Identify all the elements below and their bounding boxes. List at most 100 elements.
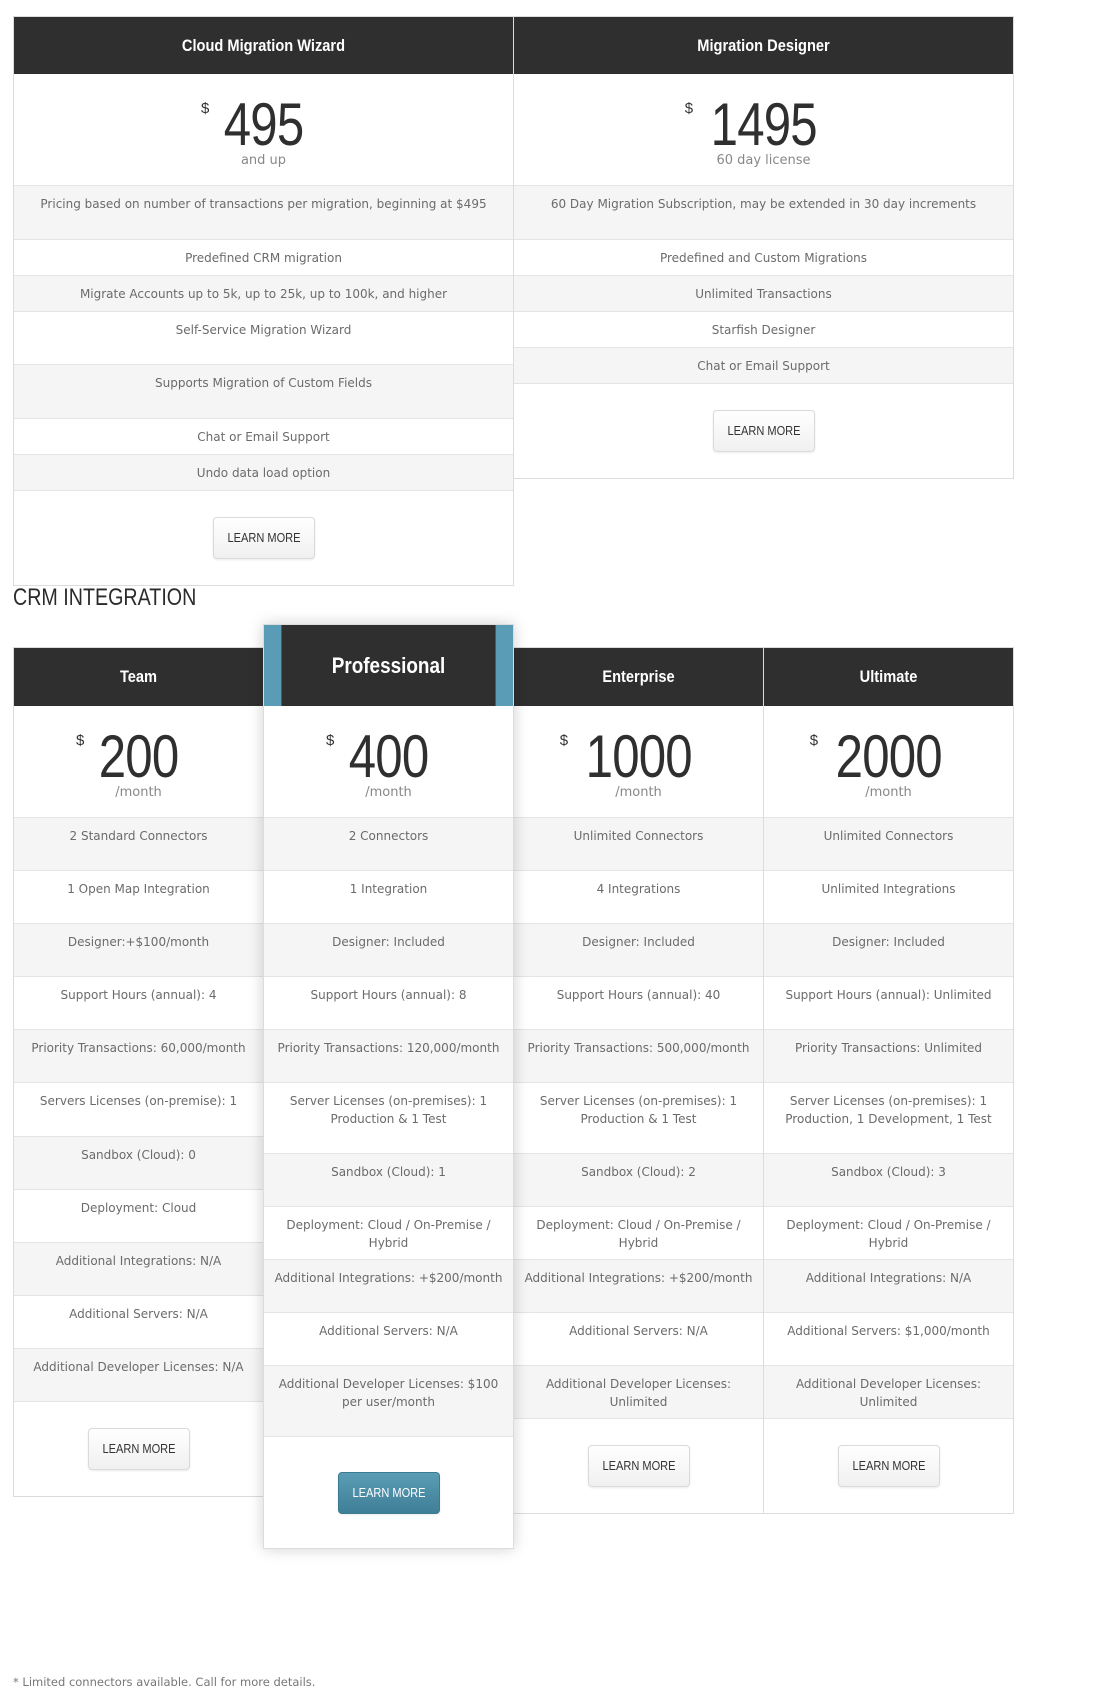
pricing-column-cloud-migration-wizard: Cloud Migration Wizard $495 and up Pricing … [13,16,514,586]
price-block: $2000/month [764,706,1013,818]
pricing-column-professional: Professional $400/month 2 Connectors 1 Inte… [263,624,514,1549]
pricing-column-enterprise: Enterprise $1000/month Unlimited Connector… [513,647,764,1514]
currency-symbol: $ [325,732,335,749]
feature-row: Sandbox (Cloud): 2 [514,1154,763,1207]
feature-row: Additional Developer Licenses: Unlimited [764,1366,1013,1419]
plan-name: Cloud Migration Wizard [48,17,479,74]
feature-row: Unlimited Connectors [514,818,763,871]
feature-row: Additional Developer Licenses: $100 per … [264,1366,513,1437]
feature-row: Designer:+$100/month [14,924,263,977]
section-title-crm-integration: CRM INTEGRATION [13,584,197,611]
footnote: * Limited connectors available. Call for… [13,1675,316,1689]
feature-row: Support Hours (annual): 40 [514,977,763,1030]
feature-row: 2 Connectors [264,818,513,871]
feature-row: 2 Standard Connectors [14,818,263,871]
feature-row: Additional Developer Licenses: N/A [14,1349,263,1402]
feature-row: Designer: Included [764,924,1013,977]
feature-row: Deployment: Cloud [14,1190,263,1243]
feature-row: Priority Transactions: 500,000/month [514,1030,763,1083]
learn-more-button-cloud-migration-wizard[interactable]: LEARN MORE [212,517,315,559]
feature-row: Additional Servers: N/A [264,1313,513,1366]
pricing-column-migration-designer: Migration Designer $1495 60 day license 60 … [513,16,1014,479]
price-block: $200/month [14,706,263,818]
learn-more-label: LEARN MORE [601,1458,676,1473]
feature-row: Priority Transactions: 60,000/month [14,1030,263,1083]
currency-symbol: $ [809,732,819,749]
feature-row: Predefined CRM migration [14,240,513,276]
currency-symbol: $ [684,100,694,117]
feature-row: Additional Servers: N/A [14,1296,263,1349]
plan-name: Professional [281,625,496,706]
feature-row: Additional Integrations: +$200/month [514,1260,763,1313]
price-amount: 200 [98,723,179,790]
feature-row: Unlimited Connectors [764,818,1013,871]
plan-name: Ultimate [781,648,996,706]
plan-name: Migration Designer [548,17,979,74]
feature-row: Unlimited Transactions [514,276,1013,312]
currency-symbol: $ [559,732,569,749]
feature-row: Additional Integrations: N/A [14,1243,263,1296]
feature-row: Unlimited Integrations [764,871,1013,924]
price-amount: 1495 [710,91,817,158]
feature-row: 60 Day Migration Subscription, may be ex… [514,186,1013,240]
feature-row: Deployment: Cloud / On-Premise / Hybrid [264,1207,513,1260]
feature-row: Support Hours (annual): 8 [264,977,513,1030]
feature-row: Deployment: Cloud / On-Premise / Hybrid [764,1207,1013,1260]
feature-row: Deployment: Cloud / On-Premise / Hybrid [514,1207,763,1260]
learn-more-button-team[interactable]: LEARN MORE [87,1428,190,1470]
learn-more-button-migration-designer[interactable]: LEARN MORE [712,410,815,452]
feature-row: Additional Servers: $1,000/month [764,1313,1013,1366]
learn-more-label: LEARN MORE [851,1458,926,1473]
feature-row: Additional Developer Licenses: Unlimited [514,1366,763,1419]
feature-row: Designer: Included [264,924,513,977]
feature-row: 1 Integration [264,871,513,924]
feature-row: Support Hours (annual): Unlimited [764,977,1013,1030]
learn-more-label: LEARN MORE [351,1485,426,1500]
plan-header: Professional [264,625,513,706]
feature-row: Undo data load option [14,455,513,491]
pricing-column-ultimate: Ultimate $2000/month Unlimited Connectors U… [763,647,1014,1514]
feature-row: Chat or Email Support [14,419,513,455]
price-amount: 1000 [585,723,692,790]
price-block: $1000/month [514,706,763,818]
feature-row: 1 Open Map Integration [14,871,263,924]
feature-row: Sandbox (Cloud): 1 [264,1154,513,1207]
learn-more-label: LEARN MORE [726,423,801,438]
feature-row: Migrate Accounts up to 5k, up to 25k, up… [14,276,513,312]
learn-more-button-professional[interactable]: LEARN MORE [337,1472,440,1514]
price-amount: 495 [223,91,304,158]
price-amount: 400 [348,723,429,790]
feature-row: Predefined and Custom Migrations [514,240,1013,276]
learn-more-button-ultimate[interactable]: LEARN MORE [837,1445,940,1487]
feature-row: Designer: Included [514,924,763,977]
learn-more-button-enterprise[interactable]: LEARN MORE [587,1445,690,1487]
plan-header: Cloud Migration Wizard [14,17,513,74]
feature-row: 4 Integrations [514,871,763,924]
feature-row: Additional Integrations: N/A [764,1260,1013,1313]
feature-row: Pricing based on number of transactions … [14,186,513,240]
pricing-column-team: Team $200/month 2 Standard Connectors 1 Ope… [13,647,264,1497]
feature-row: Chat or Email Support [514,348,1013,384]
feature-row: Additional Servers: N/A [514,1313,763,1366]
learn-more-label: LEARN MORE [101,1441,176,1456]
currency-symbol: $ [200,100,210,117]
feature-row: Server Licenses (on-premises): 1 Product… [264,1083,513,1154]
learn-more-label: LEARN MORE [226,530,301,545]
plan-header: Team [14,648,263,706]
plan-name: Team [31,648,246,706]
feature-row: Priority Transactions: 120,000/month [264,1030,513,1083]
feature-row: Server Licenses (on-premises): 1 Product… [764,1083,1013,1154]
price-amount: 2000 [835,723,942,790]
feature-row: Additional Integrations: +$200/month [264,1260,513,1313]
currency-symbol: $ [75,732,85,749]
feature-row: Server Licenses (on-premises): 1 Product… [514,1083,763,1154]
plan-header: Enterprise [514,648,763,706]
feature-row: Support Hours (annual): 4 [14,977,263,1030]
plan-header: Migration Designer [514,17,1013,74]
plan-header: Ultimate [764,648,1013,706]
feature-row: Priority Transactions: Unlimited [764,1030,1013,1083]
price-block: $1495 60 day license [514,74,1013,186]
feature-row: Starfish Designer [514,312,1013,348]
feature-row: Sandbox (Cloud): 3 [764,1154,1013,1207]
feature-row: Supports Migration of Custom Fields [14,365,513,419]
